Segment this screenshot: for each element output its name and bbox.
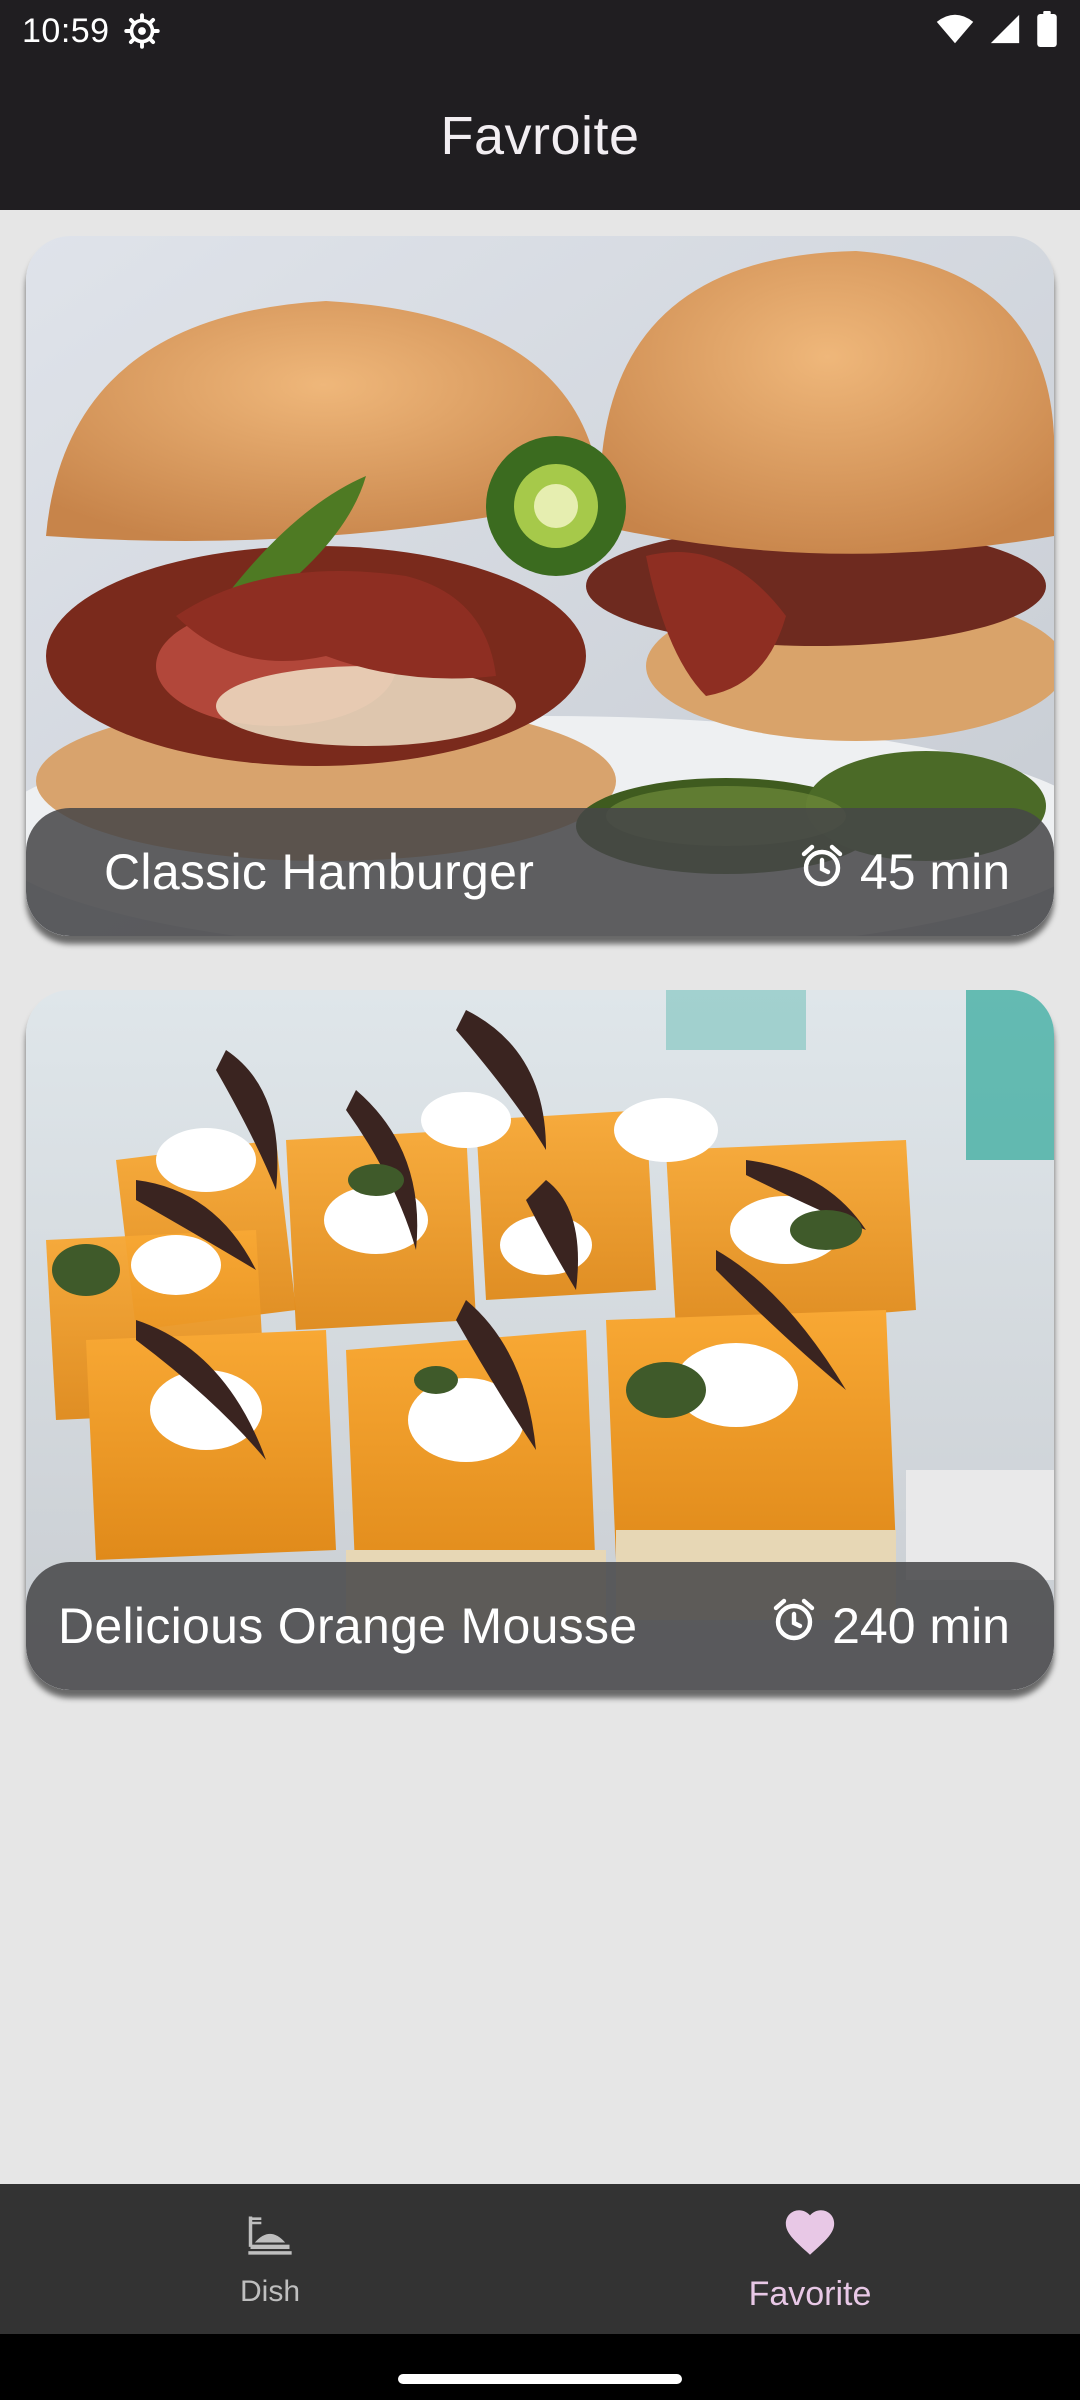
status-bar: 10:59 bbox=[0, 0, 1080, 62]
meal-card-caption: Classic Hamburger 45 min bbox=[26, 808, 1054, 936]
nav-item-favorite[interactable]: Favorite bbox=[540, 2184, 1080, 2334]
meal-title: Classic Hamburger bbox=[104, 844, 535, 900]
meal-title: Delicious Orange Mousse bbox=[58, 1598, 638, 1654]
nav-label-dish: Dish bbox=[239, 2274, 300, 2308]
nav-label-favorite: Favorite bbox=[748, 2275, 872, 2313]
system-navigation-bar bbox=[0, 2334, 1080, 2400]
heart-icon bbox=[781, 2204, 839, 2267]
status-icons bbox=[936, 10, 1058, 53]
meal-duration-text: 45 min bbox=[859, 844, 1010, 900]
alarm-clock-icon bbox=[798, 842, 846, 902]
dish-icon bbox=[244, 2210, 296, 2267]
meal-duration: 45 min bbox=[798, 842, 1010, 902]
page-title: Favroite bbox=[440, 106, 640, 166]
wifi-icon bbox=[936, 10, 974, 53]
meal-card-classic-hamburger[interactable]: Classic Hamburger 45 min bbox=[26, 236, 1054, 936]
bottom-navigation: Dish Favorite bbox=[0, 2184, 1080, 2334]
settings-gear-icon bbox=[123, 13, 160, 49]
meal-duration: 240 min bbox=[770, 1596, 1010, 1656]
alarm-clock-icon bbox=[770, 1596, 818, 1656]
app-bar: Favroite bbox=[0, 62, 1080, 210]
nav-item-dish[interactable]: Dish bbox=[0, 2184, 540, 2334]
favorites-list: Classic Hamburger 45 min Delicious Orang… bbox=[0, 210, 1080, 2184]
status-time: 10:59 bbox=[22, 11, 110, 50]
gesture-handle[interactable] bbox=[398, 2374, 682, 2384]
cellular-signal-icon bbox=[988, 12, 1022, 51]
battery-icon bbox=[1036, 10, 1058, 52]
meal-card-caption: Delicious Orange Mousse 240 min bbox=[26, 1562, 1054, 1690]
meal-card-delicious-orange-mousse[interactable]: Delicious Orange Mousse 240 min bbox=[26, 990, 1054, 1690]
meal-duration-text: 240 min bbox=[832, 1598, 1010, 1654]
